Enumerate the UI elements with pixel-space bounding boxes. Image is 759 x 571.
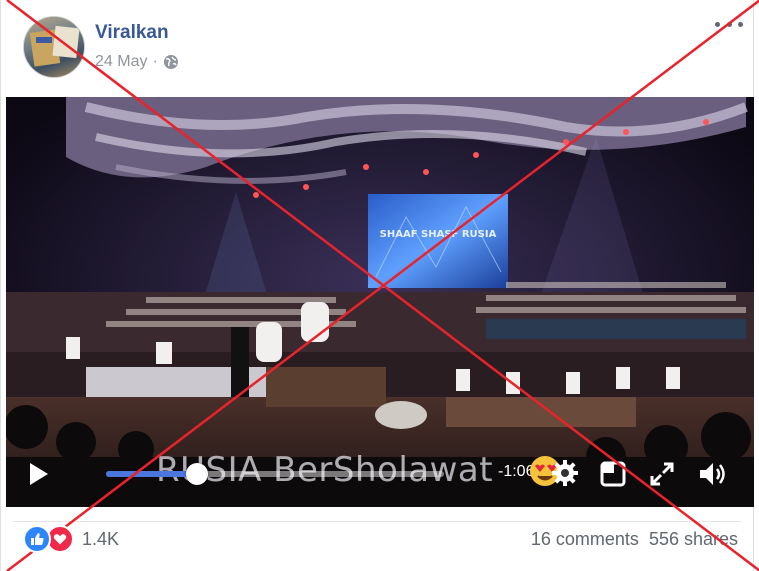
page-avatar[interactable] [23, 16, 85, 78]
settings-gear-icon[interactable] [551, 459, 579, 487]
progress-bar[interactable] [106, 463, 444, 485]
engagement-stats: 16 comments 556 shares [531, 529, 738, 550]
more-horizontal-icon[interactable] [715, 16, 743, 32]
pip-icon[interactable] [600, 461, 626, 487]
like-icon[interactable] [23, 525, 51, 553]
play-icon[interactable] [28, 461, 50, 487]
progress-handle[interactable] [186, 463, 209, 485]
fullscreen-icon[interactable] [649, 461, 675, 487]
comments-count-link[interactable]: 16 comments [531, 529, 639, 550]
post-date[interactable]: 24 May [95, 53, 147, 71]
reaction-count[interactable]: 1.4K [82, 529, 119, 550]
post-card: Viralkan 24 May · SHAAF SHASF RUSIA RUSI… [0, 0, 759, 571]
volume-icon[interactable] [697, 459, 727, 489]
video-player[interactable]: SHAAF SHASF RUSIA RUSIA BerSholawat -1:0… [6, 97, 754, 507]
page-name-link[interactable]: Viralkan [95, 22, 169, 44]
shares-count-link[interactable]: 556 shares [649, 529, 738, 550]
globe-icon[interactable] [163, 54, 179, 70]
progress-fill [106, 471, 198, 477]
meta-separator: · [152, 53, 158, 70]
footer-divider [13, 521, 741, 522]
video-controls: -1:06 [6, 97, 754, 507]
reactions-summary[interactable]: 1.4K [23, 525, 119, 553]
post-meta: 24 May · [95, 53, 179, 71]
